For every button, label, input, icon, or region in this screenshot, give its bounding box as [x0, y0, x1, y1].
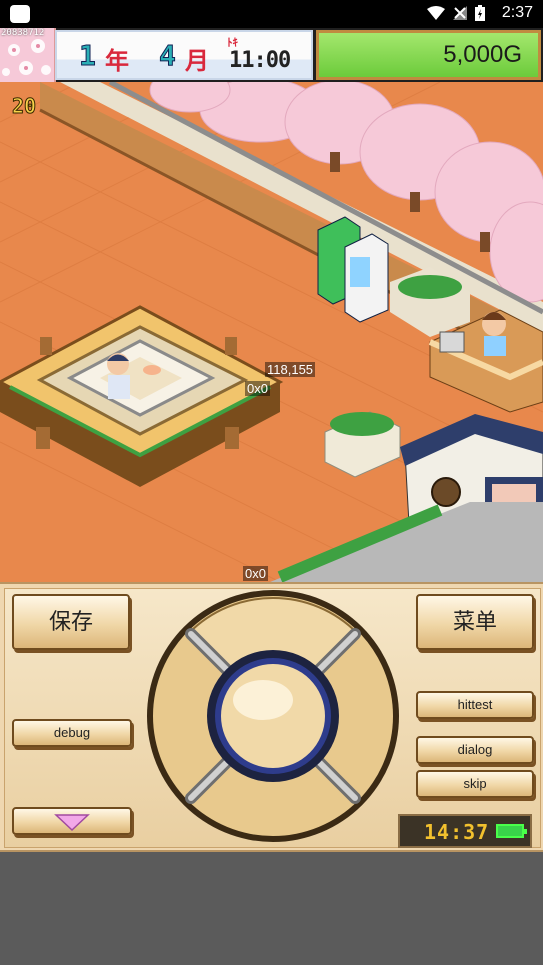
debug-origin-label: 0x0	[243, 566, 268, 581]
dpad[interactable]	[145, 588, 401, 844]
menu-button[interactable]: 菜单	[416, 594, 534, 650]
notification-app-icon	[10, 5, 30, 23]
date-month: 4	[159, 39, 177, 73]
debug-size-label: 0x0	[245, 381, 270, 396]
money-panel: 5,000G	[316, 30, 541, 80]
battery-icon	[496, 824, 527, 838]
scroll-down-button[interactable]	[12, 807, 132, 835]
skip-button[interactable]: skip	[416, 770, 534, 798]
debug-coords-label: 118,155	[265, 362, 316, 377]
season-code: 20838712	[1, 28, 45, 38]
date-time: 11:00	[229, 48, 291, 73]
game-scene[interactable]: 20 118,155 0x0 0x0	[0, 82, 543, 582]
date-month-unit: 月	[185, 47, 209, 75]
hittest-button[interactable]: hittest	[416, 691, 534, 719]
season-badge[interactable]: 20838712	[0, 28, 56, 82]
status-time: 2:37	[501, 4, 533, 21]
dialog-button[interactable]: dialog	[416, 736, 534, 764]
isometric-shop-view[interactable]	[0, 82, 543, 582]
debug-button[interactable]: debug	[12, 719, 132, 747]
top-hud: 20838712 1 年 4 月 ﾄｷ 11:00 5,000G	[0, 28, 543, 82]
date-panel: 1 年 4 月 ﾄｷ 11:00	[55, 30, 313, 80]
money-value: 5,000G	[443, 41, 522, 68]
battery-charging-icon	[475, 5, 485, 21]
game-clock-time: 14:37	[424, 820, 490, 844]
save-button[interactable]: 保存	[12, 594, 130, 650]
status-bar: 2:37	[0, 0, 543, 28]
game-clock: 14:37	[398, 814, 532, 848]
triangle-down-icon	[54, 814, 90, 832]
floor-counter: 20	[11, 94, 37, 119]
date-year-unit: 年	[105, 47, 129, 75]
wifi-icon	[427, 6, 445, 20]
status-icons	[427, 5, 485, 21]
signal-off-icon	[453, 6, 467, 20]
date-year: 1	[79, 39, 97, 73]
